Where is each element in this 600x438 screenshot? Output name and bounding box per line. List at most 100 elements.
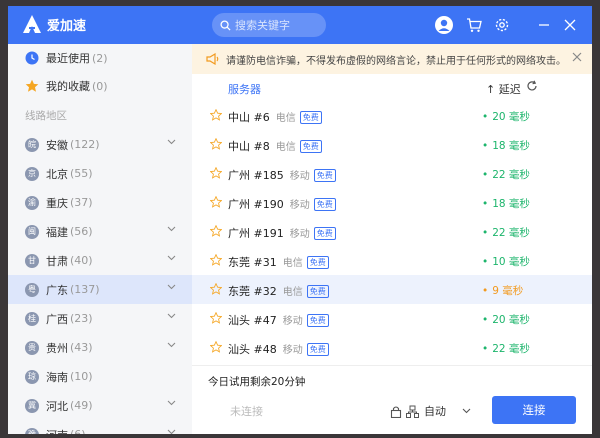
favorite-star-icon[interactable]	[210, 167, 222, 179]
chevron-down-icon[interactable]	[167, 400, 176, 406]
region-count: (43)	[70, 341, 93, 354]
chevron-down-icon[interactable]	[167, 226, 176, 232]
favorites-label: 我的收藏	[46, 80, 90, 93]
sidebar-region-item[interactable]: 粤广东 (137)	[8, 275, 192, 304]
server-row[interactable]: 汕头 #48 移动免费 22 毫秒	[192, 333, 592, 362]
region-badge: 豫	[25, 427, 39, 434]
server-row[interactable]: 广州 #185 移动免费 22 毫秒	[192, 159, 592, 188]
region-name: 河北	[46, 399, 68, 413]
connect-button[interactable]: 连接	[492, 396, 576, 424]
chevron-down-icon[interactable]	[167, 139, 176, 145]
region-badge: 渝	[25, 195, 39, 210]
chevron-down-icon[interactable]	[167, 313, 176, 319]
mode-selector[interactable]: 自动	[390, 403, 471, 419]
sidebar-region-item[interactable]: 琼海南 (10)	[8, 362, 192, 391]
server-name-cell: 汕头 #48 移动 免费	[228, 341, 329, 357]
sidebar-region-item[interactable]: 京北京 (55)	[8, 159, 192, 188]
region-count: (23)	[70, 312, 93, 325]
server-row[interactable]: 中山 #6 电信免费 20 毫秒	[192, 101, 592, 130]
server-isp: 移动	[289, 171, 310, 182]
region-count: (55)	[70, 167, 93, 180]
search-icon	[220, 19, 231, 31]
notice-close-icon[interactable]	[572, 52, 582, 62]
favorite-star-icon[interactable]	[210, 109, 222, 121]
chevron-down-icon[interactable]	[167, 255, 176, 261]
user-avatar-icon[interactable]	[434, 15, 454, 35]
minimize-icon[interactable]	[534, 15, 554, 35]
server-row[interactable]: 汕头 #47 移动免费 20 毫秒	[192, 304, 592, 333]
latency-column-header[interactable]: ↑ 延迟	[486, 81, 521, 97]
server-row[interactable]: 东莞 #32 电信免费 9 毫秒	[192, 275, 592, 304]
chevron-down-icon[interactable]	[167, 429, 176, 434]
free-badge: 免费	[313, 169, 336, 182]
free-badge: 免费	[306, 314, 329, 327]
server-latency: 20 毫秒	[482, 312, 530, 327]
favorite-star-icon[interactable]	[210, 225, 222, 237]
sidebar-region-item[interactable]: 冀河北 (49)	[8, 391, 192, 420]
favorite-star-icon[interactable]	[210, 196, 222, 208]
sidebar-region-item[interactable]: 豫河南(6)	[8, 420, 192, 434]
server-name: 汕头 #47	[228, 314, 277, 327]
server-row[interactable]: 东莞 #31 电信免费 10 毫秒	[192, 246, 592, 275]
search-box[interactable]	[212, 13, 326, 37]
chevron-down-icon[interactable]	[167, 284, 176, 290]
server-isp: 移动	[289, 200, 310, 211]
region-badge: 甘	[25, 253, 39, 268]
sidebar-region-item[interactable]: 贵贵州 (43)	[8, 333, 192, 362]
sidebar-region-item[interactable]: 甘甘肃 (40)	[8, 246, 192, 275]
close-icon[interactable]	[560, 15, 580, 35]
gear-icon[interactable]	[492, 15, 512, 35]
sidebar-region-item[interactable]: 皖安徽 (122)	[8, 130, 192, 159]
sidebar-item-favorites[interactable]: 我的收藏 (0)	[8, 72, 192, 100]
refresh-icon[interactable]	[526, 80, 538, 92]
server-latency: 9 毫秒	[482, 283, 523, 298]
server-column-header[interactable]: 服务器	[228, 81, 261, 97]
server-isp: 移动	[282, 316, 303, 327]
region-badge: 琼	[25, 369, 39, 384]
favorite-star-icon[interactable]	[210, 138, 222, 150]
server-isp: 电信	[275, 113, 296, 124]
region-count: (122)	[70, 138, 100, 151]
lock-icon	[390, 405, 402, 418]
free-badge: 免费	[299, 111, 322, 124]
server-row[interactable]: 广州 #191 移动免费 22 毫秒	[192, 217, 592, 246]
region-count: (56)	[70, 225, 93, 238]
server-row[interactable]: 广州 #190 移动免费 18 毫秒	[192, 188, 592, 217]
search-input[interactable]	[235, 18, 319, 32]
region-name: 福建	[46, 225, 68, 239]
sidebar-region-item[interactable]: 闽福建 (56)	[8, 217, 192, 246]
favorite-star-icon[interactable]	[210, 283, 222, 295]
clock-icon	[25, 51, 39, 65]
megaphone-icon	[206, 53, 219, 65]
region-badge: 桂	[25, 311, 39, 326]
server-name-cell: 中山 #6 电信 免费	[228, 109, 322, 125]
chevron-down-icon[interactable]	[167, 342, 176, 348]
server-isp: 移动	[289, 229, 310, 240]
region-count: (10)	[70, 370, 93, 383]
server-name: 广州 #191	[228, 227, 284, 240]
region-badge: 闽	[25, 224, 39, 239]
sidebar-item-recent[interactable]: 最近使用 (2)	[8, 44, 192, 72]
region-badge: 京	[25, 166, 39, 181]
region-name: 海南	[46, 370, 68, 384]
region-name: 贵州	[46, 341, 68, 355]
region-section-label: 线路地区	[25, 109, 67, 122]
network-icon	[406, 405, 419, 418]
server-name-cell: 东莞 #31 电信 免费	[228, 254, 329, 270]
latency-header-label: 延迟	[498, 83, 521, 96]
favorite-star-icon[interactable]	[210, 312, 222, 324]
free-badge: 免费	[313, 198, 336, 211]
favorite-star-icon[interactable]	[210, 254, 222, 266]
server-row[interactable]: 中山 #8 电信免费 18 毫秒	[192, 130, 592, 159]
sidebar-region-item[interactable]: 渝重庆 (37)	[8, 188, 192, 217]
region-name: 甘肃	[46, 254, 68, 268]
favorite-star-icon[interactable]	[210, 341, 222, 353]
star-icon	[25, 79, 39, 92]
server-name: 汕头 #48	[228, 343, 277, 356]
region-count: (37)	[70, 196, 93, 209]
free-badge: 免费	[306, 343, 329, 356]
server-name-cell: 汕头 #47 移动 免费	[228, 312, 329, 328]
sidebar-region-item[interactable]: 桂广西 (23)	[8, 304, 192, 333]
cart-icon[interactable]	[464, 15, 484, 35]
free-badge: 免费	[299, 140, 322, 153]
